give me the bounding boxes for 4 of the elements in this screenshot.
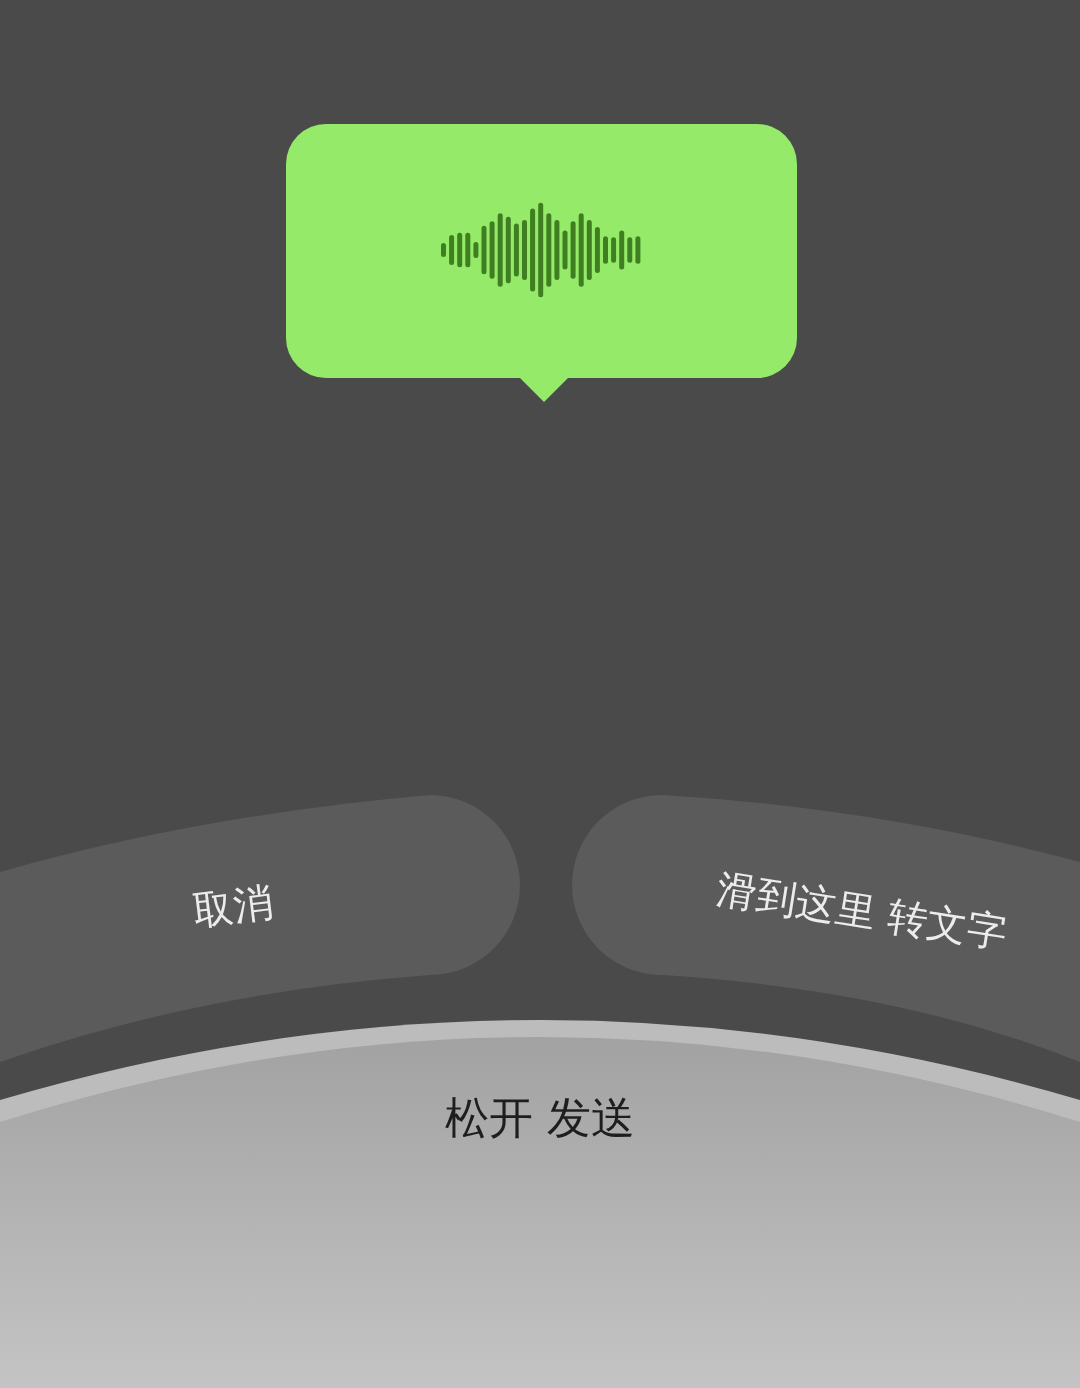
waveform-icon xyxy=(441,202,641,298)
cancel-button[interactable]: 取消 xyxy=(0,795,520,1062)
convert-to-text-button[interactable]: 滑到这里 转文字 xyxy=(572,795,1080,1062)
send-button[interactable]: 松开 发送 xyxy=(0,1020,1080,1388)
